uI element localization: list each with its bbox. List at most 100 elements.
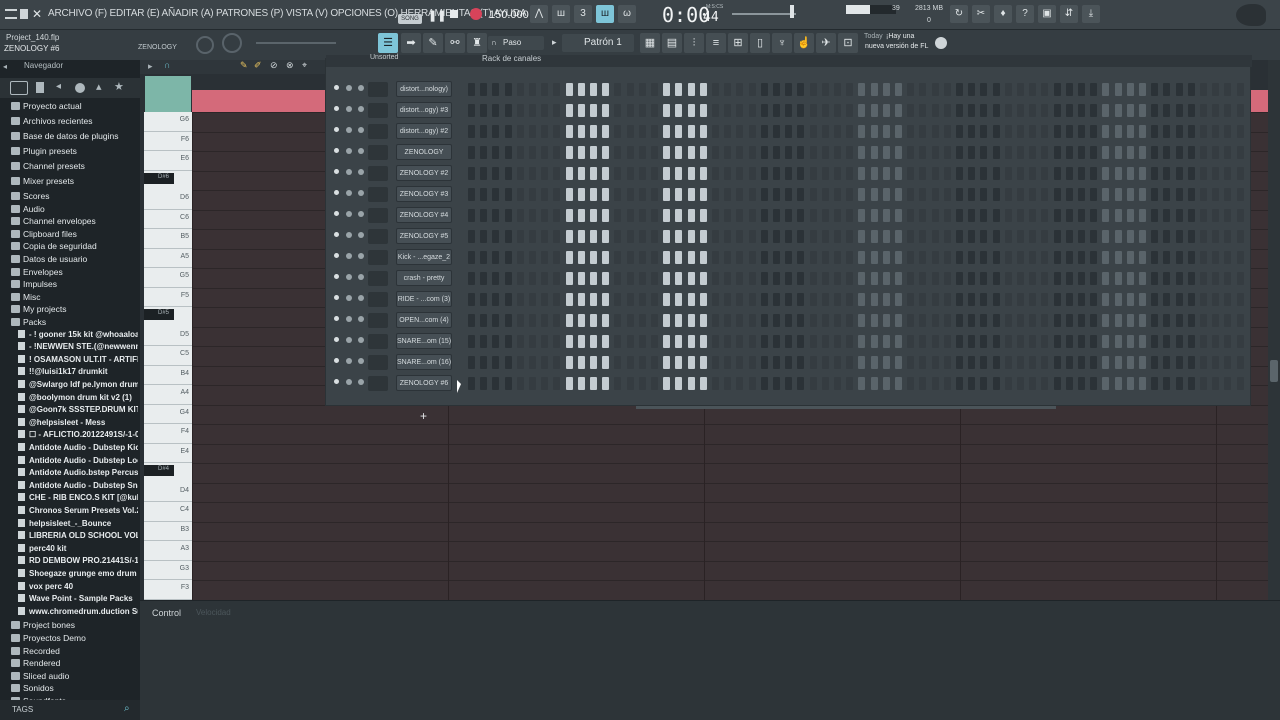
export-icon[interactable]: ⤓ (1082, 5, 1100, 23)
news-line-1[interactable]: ¡Hay una (886, 33, 914, 40)
step-button[interactable] (834, 146, 841, 159)
step-button[interactable] (1236, 146, 1244, 159)
step-button[interactable] (968, 335, 976, 348)
step-button[interactable] (736, 209, 744, 222)
step-button[interactable] (529, 272, 536, 285)
step-button[interactable] (614, 377, 622, 390)
step-button[interactable] (931, 83, 939, 96)
step-button[interactable] (712, 377, 719, 390)
browser-item[interactable]: Rendered (11, 657, 138, 669)
plugin-icon[interactable]: ⊞ (728, 33, 748, 53)
step-button[interactable] (529, 314, 536, 327)
step-button[interactable] (1053, 272, 1061, 285)
step-button[interactable] (1114, 272, 1122, 285)
step-button[interactable] (590, 125, 597, 138)
step-button[interactable] (1078, 293, 1085, 306)
step-button[interactable] (931, 377, 939, 390)
step-button[interactable] (1224, 356, 1232, 369)
step-button[interactable] (943, 146, 951, 159)
step-button[interactable] (1212, 209, 1220, 222)
step-button[interactable] (1236, 272, 1244, 285)
step-button[interactable] (553, 125, 561, 138)
step-button[interactable] (773, 146, 780, 159)
step-button[interactable] (614, 167, 622, 180)
step-button[interactable] (468, 104, 475, 117)
channel-name-button[interactable]: distort...ogy) #2 (396, 123, 452, 139)
step-button[interactable] (1017, 167, 1024, 180)
step-button[interactable] (834, 314, 841, 327)
step-button[interactable] (1090, 377, 1098, 390)
step-button[interactable] (1163, 125, 1171, 138)
black-key[interactable]: D#5 (144, 309, 174, 321)
step-button[interactable] (553, 356, 561, 369)
step-button[interactable] (1163, 335, 1171, 348)
step-button[interactable] (834, 293, 841, 306)
step-button[interactable] (565, 251, 573, 264)
mixer-icon[interactable]: ⫶ (684, 33, 704, 53)
step-button[interactable] (992, 167, 1000, 180)
step-button[interactable] (1151, 293, 1159, 306)
browser-item[interactable]: Plugin presets (11, 145, 138, 157)
step-button[interactable] (663, 251, 671, 264)
step-button[interactable] (992, 230, 1000, 243)
browser-item[interactable]: Proyectos Demo (11, 632, 138, 644)
step-button[interactable] (724, 251, 732, 264)
channel-mute-led[interactable] (334, 295, 339, 300)
step-button[interactable] (529, 230, 536, 243)
step-button[interactable] (797, 104, 805, 117)
step-button[interactable] (675, 188, 683, 201)
step-button[interactable] (1139, 125, 1146, 138)
step-button[interactable] (504, 146, 512, 159)
step-button[interactable] (1151, 272, 1159, 285)
step-button[interactable] (1053, 83, 1061, 96)
step-button[interactable] (1053, 188, 1061, 201)
step-button[interactable] (602, 209, 610, 222)
black-key[interactable]: D#4 (144, 465, 174, 477)
step-button[interactable] (748, 104, 756, 117)
pan-knob-icon[interactable] (346, 253, 352, 259)
step-button[interactable] (1212, 188, 1220, 201)
step-button[interactable] (956, 272, 963, 285)
browser-item[interactable]: Datos de usuario (11, 253, 138, 265)
step-button[interactable] (1200, 167, 1207, 180)
pan-knob-icon[interactable] (346, 379, 352, 385)
step-button[interactable] (651, 209, 658, 222)
step-button[interactable] (1224, 104, 1232, 117)
step-button[interactable] (1163, 230, 1171, 243)
step-button[interactable] (846, 125, 854, 138)
step-button[interactable] (577, 251, 585, 264)
step-button[interactable] (1078, 335, 1085, 348)
browser-star-icon[interactable]: ★ (114, 80, 124, 93)
step-button[interactable] (760, 209, 768, 222)
step-button[interactable] (1017, 335, 1024, 348)
step-button[interactable] (504, 83, 512, 96)
step-button[interactable] (1236, 230, 1244, 243)
step-button[interactable] (736, 83, 744, 96)
step-button[interactable] (858, 125, 866, 138)
step-button[interactable] (1029, 335, 1037, 348)
step-button[interactable] (1004, 146, 1012, 159)
step-button[interactable] (809, 209, 817, 222)
step-button[interactable] (529, 209, 536, 222)
step-button[interactable] (699, 125, 707, 138)
step-button[interactable] (1236, 83, 1244, 96)
mixer-track-selector[interactable] (368, 376, 388, 391)
step-button[interactable] (1114, 335, 1122, 348)
volume-knob-icon[interactable] (358, 232, 364, 238)
step-button[interactable] (626, 377, 634, 390)
step-button[interactable] (956, 104, 963, 117)
step-button[interactable] (1163, 251, 1171, 264)
mixer-track-selector[interactable] (368, 166, 388, 181)
step-button[interactable] (895, 251, 902, 264)
step-button[interactable] (602, 83, 610, 96)
step-button[interactable] (748, 377, 756, 390)
step-button[interactable] (516, 335, 524, 348)
step-button[interactable] (1200, 314, 1207, 327)
step-button[interactable] (626, 335, 634, 348)
pack-item[interactable]: Antidote Audio.bstep Percussion (18, 467, 138, 479)
step-button[interactable] (492, 83, 500, 96)
step-button[interactable] (895, 377, 902, 390)
step-button[interactable] (858, 188, 866, 201)
pack-item[interactable]: Wave Point - Sample Packs (18, 593, 138, 605)
step-button[interactable] (712, 125, 719, 138)
